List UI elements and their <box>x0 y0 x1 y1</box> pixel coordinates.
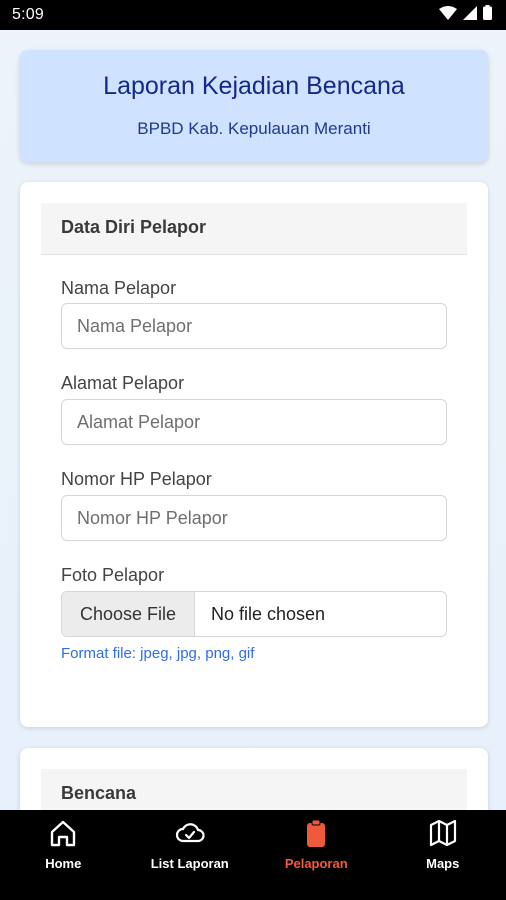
nav-list-laporan[interactable]: List Laporan <box>127 810 254 900</box>
name-label: Nama Pelapor <box>61 278 177 298</box>
bottom-nav: Home List Laporan Pelaporan Maps <box>0 810 506 900</box>
nav-home[interactable]: Home <box>0 810 127 900</box>
status-icons <box>439 5 492 25</box>
status-bar: 5:09 <box>0 0 506 30</box>
nav-pelaporan[interactable]: Pelaporan <box>253 810 380 900</box>
reporter-name-input[interactable] <box>61 303 447 349</box>
signal-icon <box>463 5 477 25</box>
battery-icon <box>483 5 492 25</box>
header-card: Laporan Kejadian Bencana BPBD Kab. Kepul… <box>20 50 488 162</box>
choose-file-button[interactable]: Choose File <box>62 592 195 636</box>
cloud-check-icon <box>175 823 205 843</box>
file-status-text: No file chosen <box>211 603 326 624</box>
wifi-icon <box>439 5 457 25</box>
page-subtitle: BPBD Kab. Kepulauan Meranti <box>137 119 371 138</box>
photo-label: Foto Pelapor <box>61 565 165 585</box>
page-title: Laporan Kejadian Bencana <box>103 72 405 100</box>
address-label: Alamat Pelapor <box>61 373 185 393</box>
nav-home-label: Home <box>45 856 82 871</box>
home-icon <box>51 820 76 847</box>
app-screen: 5:09 Laporan Kejadian Bencana BPBD Kab. … <box>0 0 506 900</box>
phone-label: Nomor HP Pelapor <box>61 469 212 489</box>
section-title-reporter: Data Diri Pelapor <box>41 203 467 255</box>
nav-pelaporan-label: Pelaporan <box>284 856 348 871</box>
nav-maps-label: Maps <box>426 856 460 871</box>
nav-list-label: List Laporan <box>150 856 229 871</box>
reporter-phone-input[interactable] <box>61 495 447 541</box>
reporter-form-card: Data Diri Pelapor Nama Pelapor Alamat Pe… <box>20 182 488 727</box>
clipboard-icon <box>307 819 326 847</box>
reporter-address-input[interactable] <box>61 399 447 445</box>
status-time: 5:09 <box>12 6 44 23</box>
file-format-hint: Format file: jpeg, jpg, png, gif <box>61 645 255 662</box>
photo-file-input[interactable]: Choose File No file chosen <box>61 591 447 637</box>
nav-maps[interactable]: Maps <box>380 810 506 900</box>
map-icon <box>429 819 456 847</box>
